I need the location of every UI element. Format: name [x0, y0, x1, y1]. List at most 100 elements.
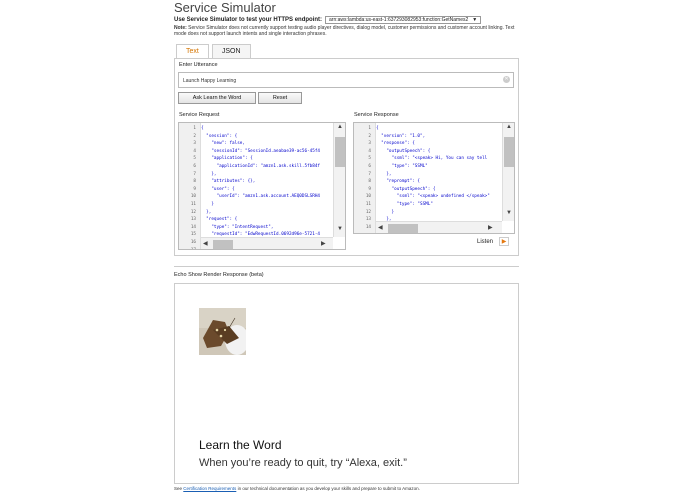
- utterance-input[interactable]: Launch Happy Learning: [178, 72, 514, 88]
- code-text: "outputSpeech": {: [376, 186, 436, 192]
- request-hscroll-thumb[interactable]: [213, 240, 233, 249]
- code-line: 5 "application": {: [179, 156, 253, 164]
- code-text: "ssml": "<speak> Hi, You can say tell: [376, 156, 488, 162]
- line-number: 11: [190, 202, 196, 207]
- code-text: "user": {: [201, 186, 235, 192]
- code-text: "request": {: [201, 217, 238, 223]
- footer-prefix: See: [174, 486, 183, 491]
- line-number: 7: [368, 171, 371, 177]
- line-number: 16: [190, 240, 196, 245]
- code-line: 8 "attributes": {},: [179, 179, 255, 187]
- line-number: 9: [193, 186, 196, 192]
- endpoint-select[interactable]: arn:aws:lambda:us-east-1:637293082953:fu…: [325, 16, 482, 24]
- line-number: 12: [190, 209, 196, 215]
- code-text: "outputSpeech": {: [376, 148, 431, 154]
- scroll-down-icon[interactable]: ▼: [335, 225, 345, 233]
- request-hscrollbar[interactable]: ◀ ▶: [201, 237, 333, 249]
- code-text: "response": {: [376, 141, 415, 147]
- play-icon[interactable]: ▶: [499, 237, 509, 246]
- code-text: "userId": "amzn1.ask.account.AEQ0DSLSRH4: [201, 194, 320, 200]
- code-text: {: [201, 126, 204, 131]
- code-line: 5 "ssml": "<speak> Hi, You can say tell: [354, 156, 487, 164]
- certification-link[interactable]: Certification Requirements: [183, 486, 236, 491]
- request-editor[interactable]: 1{2 "session": {3 "new": false, 4 "sessio…: [178, 122, 346, 250]
- code-line: 17: [179, 248, 201, 249]
- code-line: 10 "userId": "amzn1.ask.account.AEQ0DSLS…: [179, 194, 320, 202]
- echo-label: Echo Show Render Response (beta): [174, 272, 264, 278]
- line-number: 7: [193, 171, 196, 177]
- note: Note: Service Simulator does not current…: [174, 25, 519, 37]
- tab-json[interactable]: JSON: [211, 44, 251, 59]
- scroll-up-icon[interactable]: ▲: [503, 123, 514, 131]
- code-text: "reprompt": {: [376, 179, 420, 185]
- request-vscrollbar[interactable]: ▲ ▼: [333, 123, 345, 237]
- response-editor[interactable]: 1{2 "version": "1.0", 3 "response": {4 "o…: [353, 122, 515, 234]
- clear-icon[interactable]: ✕: [503, 76, 510, 83]
- code-text: "applicationId": "amzn1.ask.skill.5fb84f: [201, 164, 320, 169]
- code-line: 6 "type": "SSML": [354, 164, 428, 172]
- line-number: 4: [368, 148, 371, 154]
- code-line: 6 "applicationId": "amzn1.ask.skill.5fb8…: [179, 164, 320, 172]
- line-number: 8: [368, 179, 371, 185]
- line-number: 5: [368, 156, 371, 162]
- code-text: "type": "SSML": [376, 202, 433, 207]
- line-number: 15: [190, 232, 196, 238]
- code-text: },: [201, 171, 217, 177]
- response-hscroll-thumb[interactable]: [388, 224, 418, 233]
- code-line: 1{: [179, 126, 204, 134]
- code-line: 13 "request": {: [179, 217, 237, 225]
- scroll-left-icon[interactable]: ◀: [203, 240, 208, 248]
- scroll-down-icon[interactable]: ▼: [504, 209, 514, 217]
- endpoint-label: Use Service Simulator to test your HTTPS…: [174, 17, 323, 23]
- line-number: 2: [193, 133, 196, 139]
- echo-subtitle: When you’re ready to quit, try “Alexa, e…: [199, 457, 407, 469]
- code-line: 1{: [354, 126, 378, 134]
- divider: [174, 266, 519, 267]
- code-text: "type": "IntentRequest",: [201, 224, 274, 230]
- request-label: Service Request: [179, 112, 220, 118]
- code-text: "application": {: [201, 156, 253, 162]
- code-text: "type": "SSML": [376, 164, 428, 169]
- line-number: 11: [365, 202, 371, 207]
- line-number: 14: [190, 224, 196, 230]
- code-line: 3 "new": false,: [179, 141, 245, 149]
- scroll-up-icon[interactable]: ▲: [334, 123, 345, 131]
- code-text: "sessionId": "SessionId.aeabae39-ac56-45…: [201, 148, 320, 154]
- response-vscroll-thumb[interactable]: [504, 137, 514, 167]
- line-number: 6: [193, 164, 196, 169]
- ask-button[interactable]: Ask Learn the Word: [178, 92, 256, 104]
- scroll-right-icon[interactable]: ▶: [488, 224, 493, 232]
- line-number: 13: [190, 217, 196, 223]
- line-number: 6: [368, 164, 371, 169]
- scroll-left-icon[interactable]: ◀: [378, 224, 383, 232]
- line-number: 3: [193, 141, 196, 147]
- code-text: },: [376, 171, 392, 177]
- code-text: "new": false,: [201, 141, 245, 147]
- line-number: 1: [368, 126, 371, 131]
- skill-image: [199, 308, 249, 355]
- code-text: },: [201, 209, 212, 215]
- line-number: 3: [368, 141, 371, 147]
- response-hscrollbar[interactable]: ◀ ▶: [376, 221, 502, 233]
- endpoint-value: arn:aws:lambda:us-east-1:637293082953:fu…: [329, 17, 469, 23]
- request-vscroll-thumb[interactable]: [335, 137, 345, 167]
- code-text: "version": "1.0",: [376, 133, 426, 139]
- code-text: "session": {: [201, 133, 238, 139]
- note-text: Service Simulator does not currently sup…: [174, 25, 515, 37]
- response-vscrollbar[interactable]: ▲ ▼: [502, 123, 514, 221]
- listen-label[interactable]: Listen: [477, 239, 493, 245]
- endpoint-row: Use Service Simulator to test your HTTPS…: [174, 16, 482, 24]
- code-line: 8 "reprompt": {: [354, 179, 420, 187]
- scroll-right-icon[interactable]: ▶: [321, 240, 326, 248]
- line-number: 17: [179, 248, 196, 249]
- line-number: 8: [193, 179, 196, 185]
- code-line: 16: [179, 240, 201, 248]
- footer: See Certification Requirements in our te…: [174, 486, 420, 491]
- line-number: 1: [193, 126, 196, 131]
- reset-button[interactable]: Reset: [258, 92, 302, 104]
- code-text: "ssml": "<speak> undefined </speak>": [376, 194, 490, 200]
- line-number: 4: [193, 148, 196, 154]
- utterance-label: Enter Utterance: [179, 62, 218, 68]
- code-text: "attributes": {},: [201, 179, 256, 185]
- line-number: 10: [365, 194, 371, 200]
